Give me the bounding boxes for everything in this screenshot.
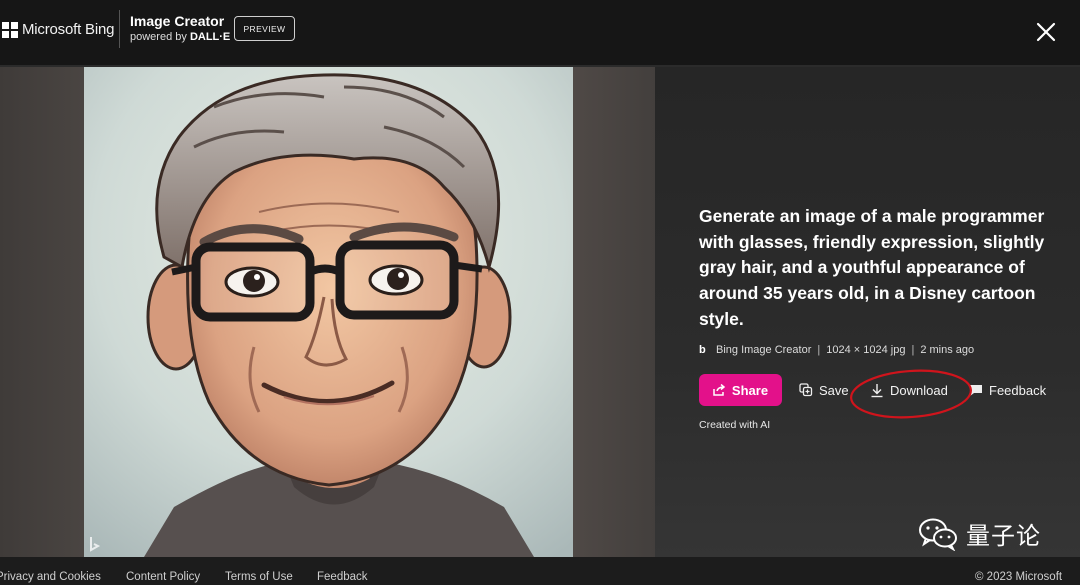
created-with-ai-label: Created with AI bbox=[699, 419, 771, 431]
created-time: 2 mins ago bbox=[920, 344, 975, 356]
image-backdrop-right bbox=[573, 67, 655, 557]
generated-image[interactable] bbox=[84, 67, 573, 557]
top-bar: Microsoft Bing Image Creator powered by … bbox=[0, 0, 1080, 65]
preview-badge: PREVIEW bbox=[234, 16, 295, 41]
microsoft-logo-icon bbox=[2, 22, 18, 38]
save-label: Save bbox=[819, 382, 849, 398]
footer: Privacy and Cookies Content Policy Terms… bbox=[0, 557, 1080, 585]
powered-by-label: powered by bbox=[130, 31, 187, 43]
feedback-label: Feedback bbox=[989, 382, 1047, 398]
share-icon bbox=[713, 384, 726, 396]
bing-b-logo bbox=[90, 537, 101, 552]
close-icon bbox=[1036, 22, 1056, 42]
watermark-text: 量子论 bbox=[966, 522, 1041, 550]
header-divider bbox=[119, 10, 120, 48]
source-label: Bing Image Creator bbox=[716, 344, 812, 356]
bing-icon: b bbox=[699, 344, 706, 356]
copyright: © 2023 Microsoft bbox=[975, 571, 1063, 583]
app-title[interactable]: Image Creator bbox=[130, 13, 224, 29]
brand-name[interactable]: Microsoft Bing bbox=[22, 21, 114, 38]
powered-by-brand: DALL·E bbox=[189, 31, 231, 43]
close-button[interactable] bbox=[1034, 20, 1058, 44]
download-icon bbox=[871, 383, 883, 397]
feedback-icon bbox=[970, 384, 982, 396]
separator: | bbox=[911, 344, 915, 356]
share-label: Share bbox=[731, 382, 769, 398]
download-label: Download bbox=[890, 382, 948, 398]
footer-link-feedback[interactable]: Feedback bbox=[317, 571, 368, 583]
feedback-button[interactable]: Feedback bbox=[969, 374, 1046, 406]
image-backdrop-left bbox=[0, 67, 84, 557]
watermark: 量子论 bbox=[918, 516, 1041, 551]
save-collection-icon bbox=[799, 383, 813, 397]
wechat-icon bbox=[919, 518, 957, 551]
save-button[interactable]: Save bbox=[799, 374, 849, 406]
share-button[interactable]: Share bbox=[699, 374, 782, 406]
prompt-text: Generate an image of a male programmer w… bbox=[699, 206, 1045, 329]
app-subtitle: powered by DALL·E bbox=[130, 31, 230, 43]
footer-link-content-policy[interactable]: Content Policy bbox=[126, 571, 200, 583]
separator: | bbox=[817, 344, 821, 356]
image-metadata: b Bing Image Creator | 1024 × 1024 jpg |… bbox=[699, 344, 974, 356]
footer-link-terms[interactable]: Terms of Use bbox=[225, 571, 293, 583]
download-button[interactable]: Download bbox=[870, 374, 948, 406]
footer-link-privacy[interactable]: Privacy and Cookies bbox=[0, 571, 101, 583]
portrait-illustration bbox=[84, 67, 573, 557]
image-dimensions: 1024 × 1024 jpg bbox=[826, 344, 906, 356]
